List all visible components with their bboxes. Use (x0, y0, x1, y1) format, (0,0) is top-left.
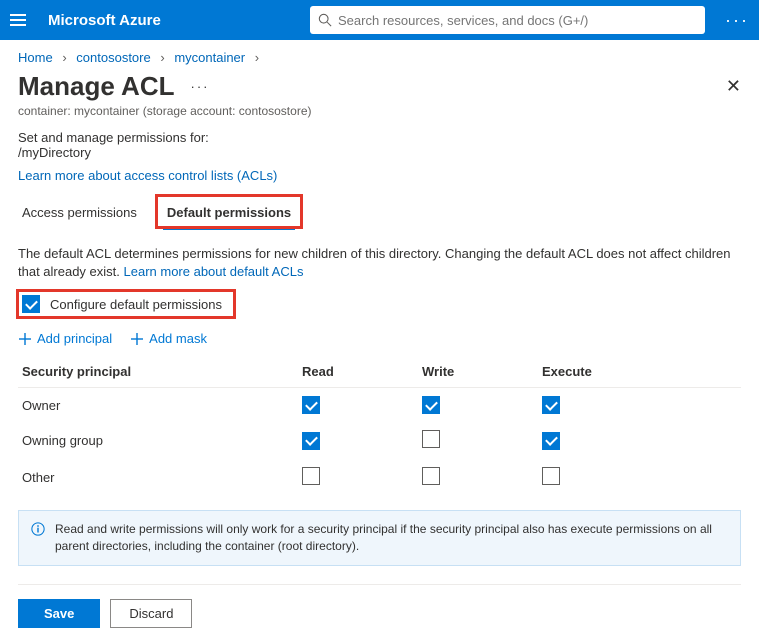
divider (18, 584, 741, 585)
header-more-button[interactable]: ··· (191, 79, 210, 94)
info-icon (31, 522, 45, 536)
set-permissions-label: Set and manage permissions for: (18, 130, 741, 145)
breadcrumb-home[interactable]: Home (18, 50, 53, 65)
col-read: Read (302, 364, 422, 379)
global-search[interactable] (310, 6, 705, 34)
group-read-checkbox[interactable] (302, 432, 320, 450)
configure-default-label: Configure default permissions (50, 297, 222, 312)
table-header: Security principal Read Write Execute (18, 356, 741, 388)
col-execute: Execute (542, 364, 662, 379)
configure-default-checkbox[interactable] (22, 295, 40, 313)
col-principal: Security principal (22, 364, 302, 379)
other-read-checkbox[interactable] (302, 467, 320, 485)
save-button[interactable]: Save (18, 599, 100, 628)
plus-icon (18, 332, 32, 346)
principal-actions: Add principal Add mask (18, 331, 741, 346)
owner-execute-checkbox[interactable] (542, 396, 560, 414)
info-box: Read and write permissions will only wor… (18, 510, 741, 566)
owner-write-checkbox[interactable] (422, 396, 440, 414)
add-principal-label: Add principal (37, 331, 112, 346)
add-principal-button[interactable]: Add principal (18, 331, 112, 346)
close-button[interactable]: ✕ (726, 76, 741, 97)
brand-label: Microsoft Azure (48, 12, 161, 29)
top-more-button[interactable]: ··· (725, 10, 749, 31)
default-acl-description: The default ACL determines permissions f… (18, 245, 741, 281)
directory-path: /myDirectory (18, 145, 741, 160)
plus-icon (130, 332, 144, 346)
search-icon (318, 13, 332, 27)
tab-access-permissions[interactable]: Access permissions (18, 197, 141, 230)
group-write-checkbox[interactable] (422, 430, 440, 448)
table-row: Owner (18, 388, 741, 422)
search-input[interactable] (338, 13, 697, 28)
table-row: Owning group (18, 422, 741, 459)
page-subtitle: container: mycontainer (storage account:… (0, 104, 759, 130)
chevron-right-icon: › (62, 50, 66, 65)
principal-name: Owner (22, 398, 302, 413)
principal-name: Other (22, 470, 302, 485)
breadcrumb: Home › contosostore › mycontainer › (0, 40, 759, 65)
other-write-checkbox[interactable] (422, 467, 440, 485)
discard-button[interactable]: Discard (110, 599, 192, 628)
group-execute-checkbox[interactable] (542, 432, 560, 450)
tab-default-permissions[interactable]: Default permissions (163, 197, 295, 230)
breadcrumb-storage[interactable]: contosostore (76, 50, 150, 65)
add-mask-label: Add mask (149, 331, 207, 346)
page-header: Manage ACL ··· ✕ (0, 65, 759, 104)
principal-name: Owning group (22, 433, 302, 448)
learn-acls-link[interactable]: Learn more about access control lists (A… (18, 168, 277, 183)
chevron-right-icon: › (160, 50, 164, 65)
other-execute-checkbox[interactable] (542, 467, 560, 485)
page-title: Manage ACL (18, 71, 175, 102)
configure-default-row: Configure default permissions (18, 291, 234, 317)
breadcrumb-container[interactable]: mycontainer (174, 50, 245, 65)
chevron-right-icon: › (255, 50, 259, 65)
owner-read-checkbox[interactable] (302, 396, 320, 414)
top-bar: Microsoft Azure ··· (0, 0, 759, 40)
info-text: Read and write permissions will only wor… (55, 521, 728, 555)
footer-buttons: Save Discard (18, 599, 741, 628)
hamburger-menu-icon[interactable] (10, 14, 30, 26)
learn-default-acls-link[interactable]: Learn more about default ACLs (124, 264, 304, 279)
tabs: Access permissions Default permissions (18, 197, 741, 231)
permissions-table: Security principal Read Write Execute Ow… (18, 356, 741, 510)
table-row: Other (18, 459, 741, 496)
col-write: Write (422, 364, 542, 379)
add-mask-button[interactable]: Add mask (130, 331, 207, 346)
